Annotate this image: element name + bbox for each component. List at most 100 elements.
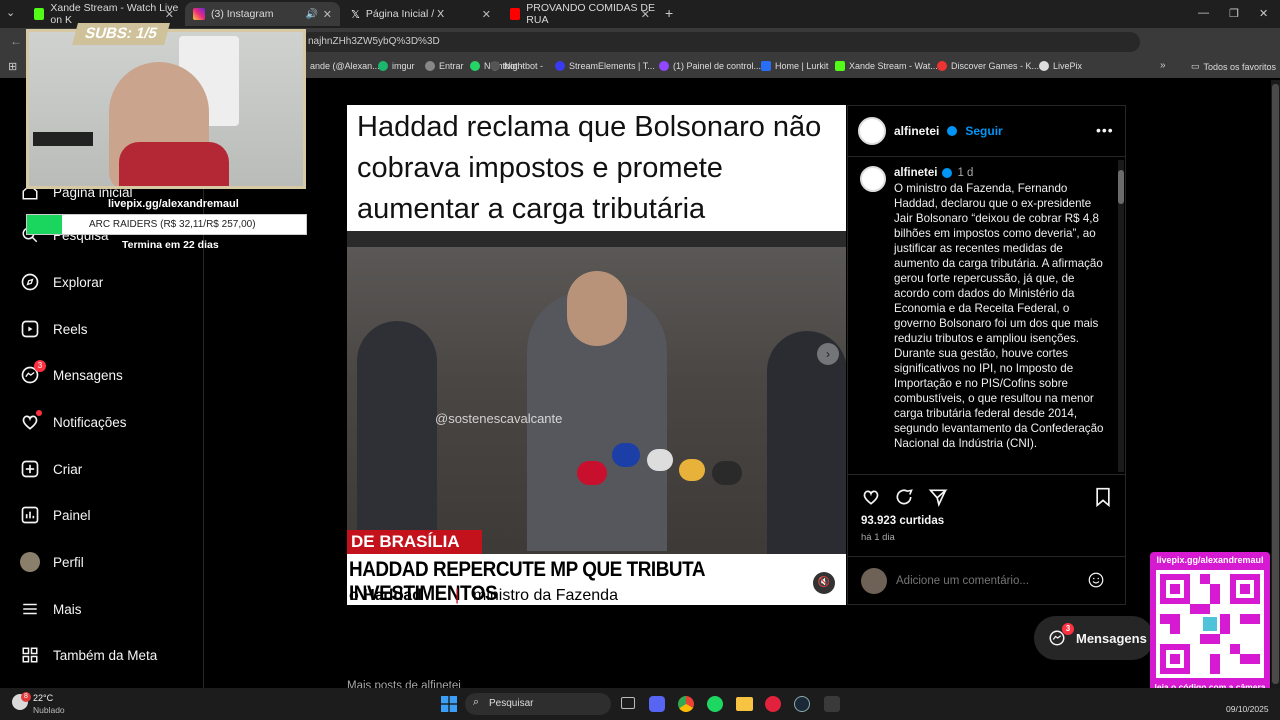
sidebar-item-notifications[interactable]: Notificações bbox=[20, 410, 127, 432]
speaker-icon[interactable]: 🔊 bbox=[306, 9, 318, 20]
discord-icon[interactable] bbox=[649, 696, 665, 712]
streamer-shirt bbox=[119, 142, 229, 186]
bookmark-item[interactable]: Discover Games - K... bbox=[937, 61, 1039, 71]
ticker-name: o Haddad bbox=[349, 587, 422, 604]
task-view-icon[interactable] bbox=[621, 697, 635, 709]
more-posts-heading: Mais posts de alfinetei bbox=[347, 680, 461, 688]
taskbar-search[interactable]: ⌕ Pesquisar bbox=[465, 693, 611, 715]
close-tab-icon[interactable]: ✕ bbox=[482, 8, 491, 21]
folder-icon: ▭ bbox=[1191, 61, 1200, 71]
close-tab-icon[interactable]: ✕ bbox=[323, 8, 332, 21]
close-window-icon[interactable]: ✕ bbox=[1259, 7, 1268, 20]
donation-goal-fill bbox=[27, 215, 62, 234]
news-ticker-label: DE BRASÍLIA bbox=[347, 530, 482, 554]
bookmark-item[interactable]: Entrar bbox=[425, 61, 464, 71]
bookmark-item[interactable]: Nightbot - bbox=[490, 61, 543, 71]
post-headline: Haddad reclama que Bolsonaro não cobrava… bbox=[357, 111, 822, 225]
sidebar-item-dashboard[interactable]: Painel bbox=[20, 505, 91, 525]
sidebar-item-profile[interactable]: Perfil bbox=[20, 552, 84, 572]
bookmark-item[interactable]: Home | Lurkit bbox=[761, 61, 828, 71]
bookmark-item[interactable]: imgur bbox=[378, 61, 415, 71]
avatar[interactable] bbox=[858, 117, 886, 145]
bookmark-item[interactable]: (1) Painel de control... bbox=[659, 61, 761, 71]
left-figure bbox=[357, 321, 437, 561]
messages-float-badge: 3 bbox=[1062, 623, 1074, 635]
plus-square-icon bbox=[20, 459, 40, 479]
minimize-icon[interactable]: — bbox=[1198, 7, 1209, 19]
tab-instagram[interactable]: (3) Instagram 🔊 ✕ bbox=[185, 2, 340, 26]
subs-goal: SUBS: 1/5 bbox=[72, 23, 170, 45]
taskbar-search-label: Pesquisar bbox=[489, 698, 534, 709]
steam-icon[interactable] bbox=[794, 696, 810, 712]
sidebar-item-messages[interactable]: 3 Mensagens bbox=[20, 360, 123, 385]
file-explorer-icon[interactable] bbox=[736, 697, 753, 711]
bookmark-item[interactable]: StreamElements | T... bbox=[555, 61, 655, 71]
post-media[interactable]: Haddad reclama que Bolsonaro não cobrava… bbox=[347, 105, 846, 605]
sidebar-item-reels[interactable]: Reels bbox=[20, 319, 88, 339]
comment-input[interactable] bbox=[896, 569, 1076, 593]
mute-icon[interactable]: 🔇 bbox=[813, 572, 835, 594]
maximize-icon[interactable]: ❐ bbox=[1229, 7, 1239, 20]
bookmark-item[interactable]: LivePix bbox=[1039, 61, 1082, 71]
x-logo-icon: 𝕏 bbox=[351, 9, 360, 21]
instagram-icon bbox=[193, 8, 205, 20]
microphone-arm bbox=[33, 132, 93, 146]
share-icon[interactable] bbox=[928, 487, 948, 512]
verified-icon bbox=[942, 168, 953, 178]
bookmark-item[interactable]: Xande Stream - Wat... bbox=[835, 61, 938, 71]
media-player-icon[interactable] bbox=[765, 696, 781, 712]
app-icon[interactable] bbox=[824, 696, 840, 712]
windows-start-icon[interactable] bbox=[441, 696, 457, 712]
username[interactable]: alfinetei bbox=[894, 124, 939, 138]
like-icon[interactable] bbox=[861, 487, 881, 512]
emoji-icon[interactable] bbox=[1087, 571, 1105, 594]
weather-temp: 22°C bbox=[33, 693, 54, 703]
bookmark-item[interactable]: ande (@Alexan... bbox=[310, 61, 380, 71]
all-bookmarks-folder[interactable]: ▭ Todos os favoritos bbox=[1191, 61, 1276, 72]
caption-username[interactable]: alfinetei bbox=[894, 167, 937, 179]
post-age: 1 d bbox=[957, 167, 974, 179]
comment-icon[interactable] bbox=[894, 487, 914, 512]
youtube-icon bbox=[510, 8, 521, 20]
close-tab-icon[interactable]: ✕ bbox=[641, 8, 650, 21]
tab-youtube[interactable]: PROVANDO COMIDAS DE RUA ✕ bbox=[502, 2, 658, 26]
apps-grid-icon[interactable]: ⊞ bbox=[8, 60, 17, 73]
avatar bbox=[861, 568, 887, 594]
microphones bbox=[567, 431, 767, 531]
reels-icon bbox=[20, 319, 40, 339]
follow-button[interactable]: Seguir bbox=[965, 124, 1002, 138]
spotify-icon[interactable] bbox=[707, 696, 723, 712]
more-options-icon[interactable]: ••• bbox=[1096, 122, 1114, 138]
streamelements-icon bbox=[555, 61, 565, 71]
windows-taskbar: 8 22°C Nublado ⌕ Pesquisar 09/10/2025 bbox=[0, 688, 1280, 720]
tab-bar: ⌄ Xande Stream - Watch Live on K ✕ (3) I… bbox=[0, 0, 1280, 28]
meta-icon bbox=[20, 645, 40, 665]
caption-scrollbar[interactable] bbox=[1118, 160, 1124, 472]
divider bbox=[848, 474, 1125, 475]
sidebar-item-explore[interactable]: Explorar bbox=[20, 272, 103, 292]
more-bookmarks-icon[interactable]: » bbox=[1160, 60, 1166, 71]
post-details-panel: alfinetei Seguir ••• alfinetei 1 d O min… bbox=[847, 105, 1126, 605]
back-icon[interactable]: ← bbox=[10, 34, 22, 48]
tab-x[interactable]: 𝕏 Página Inicial / X ✕ bbox=[343, 2, 499, 26]
caption-avatar[interactable] bbox=[860, 166, 886, 197]
close-tab-icon[interactable]: ✕ bbox=[165, 8, 174, 21]
page-scrollbar[interactable] bbox=[1271, 80, 1280, 688]
new-tab-icon[interactable]: + bbox=[665, 5, 673, 21]
speaker-face bbox=[567, 271, 627, 346]
livepix-url: livepix.gg/alexandremaul bbox=[108, 198, 239, 210]
chrome-icon[interactable] bbox=[678, 696, 694, 712]
messages-float-button[interactable]: 3 Mensagens bbox=[1034, 616, 1154, 660]
save-icon[interactable] bbox=[1094, 487, 1112, 512]
like-count[interactable]: 93.923 curtidas bbox=[861, 515, 944, 527]
tab-list-chevron-icon[interactable]: ⌄ bbox=[6, 6, 15, 19]
post-caption: O ministro da Fazenda, Fernando Haddad, … bbox=[894, 182, 1104, 450]
sidebar-item-also-from-meta[interactable]: Também da Meta bbox=[20, 645, 157, 665]
sidebar-item-create[interactable]: Criar bbox=[20, 459, 82, 479]
livepix-icon bbox=[1039, 61, 1049, 71]
sidebar-item-more[interactable]: Mais bbox=[20, 599, 82, 619]
weather-badge: 8 bbox=[21, 692, 31, 702]
ticker-divider: | bbox=[455, 587, 460, 604]
next-slide-icon[interactable]: › bbox=[817, 343, 839, 365]
kick-games-icon bbox=[937, 61, 947, 71]
